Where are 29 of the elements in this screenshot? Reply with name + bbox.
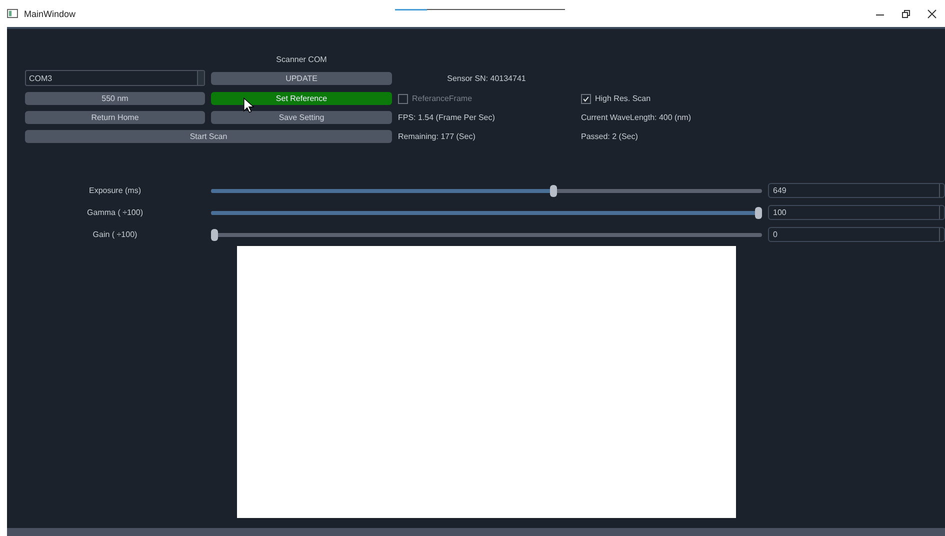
save-setting-button[interactable]: Save Setting <box>211 111 392 124</box>
set-reference-button[interactable]: Set Reference <box>211 92 392 105</box>
port-combobox[interactable]: COM3 <box>25 70 205 86</box>
slider-handle[interactable] <box>550 184 558 196</box>
restore-icon[interactable] <box>901 8 911 18</box>
sensor-serial-text: Sensor SN: 40134741 <box>446 74 527 82</box>
update-button[interactable]: UPDATE <box>211 72 392 84</box>
scanner-com-label: Scanner COM <box>275 55 328 64</box>
app-icon <box>7 9 18 18</box>
remaining-text: Remaining: 177 (Sec) <box>398 132 476 141</box>
cursor-icon <box>243 97 254 114</box>
start-scan-button[interactable]: Start Scan <box>25 130 392 143</box>
wavelength-text: Current WaveLength: 400 (nm) <box>581 113 692 122</box>
spin-box[interactable]: 100 <box>768 205 945 220</box>
passed-text: Passed: 2 (Sec) <box>581 132 639 141</box>
slider-label: Exposure (ms) <box>88 186 142 195</box>
slider-handle[interactable] <box>755 206 762 218</box>
spin-box[interactable]: 649 <box>768 183 945 198</box>
spin-box[interactable]: 0 <box>768 227 945 242</box>
slider-label: Gamma ( ÷100) <box>86 208 144 217</box>
wavelength-button[interactable]: 550 nm <box>25 92 205 105</box>
fps-text: FPS: 1.54 (Frame Per Sec) <box>398 113 496 122</box>
return-home-button[interactable]: Return Home <box>25 111 205 124</box>
window-title: MainWindow <box>24 8 76 18</box>
close-icon[interactable] <box>927 8 937 18</box>
slider-label: Gain ( ÷100) <box>92 230 138 239</box>
checkbox[interactable]: High Res. Scan <box>581 94 781 104</box>
check-icon <box>582 94 590 102</box>
slider-handle[interactable] <box>211 228 218 240</box>
